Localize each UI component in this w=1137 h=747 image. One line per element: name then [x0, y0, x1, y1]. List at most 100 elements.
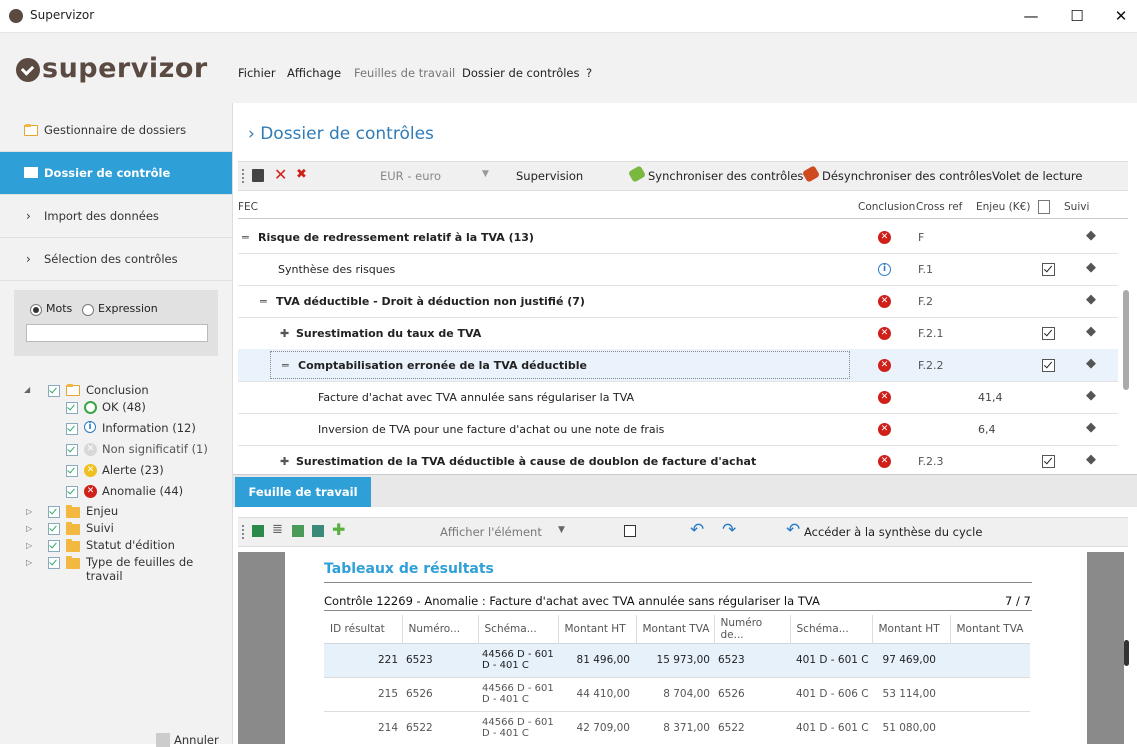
tree-enjeu[interactable]: Enjeu	[86, 504, 118, 518]
col-crossref[interactable]: Cross ref	[916, 201, 962, 213]
pin-icon[interactable]: ◆	[1086, 260, 1096, 275]
menu-dossier-de-controles[interactable]: Dossier de contrôles	[462, 66, 580, 80]
sheet-icon[interactable]	[292, 525, 304, 537]
go-back-icon[interactable]: ↶	[786, 520, 800, 540]
element-select[interactable]: Afficher l'élément	[440, 525, 542, 539]
close-button[interactable]: ✕	[1098, 0, 1137, 32]
menu-help[interactable]: ?	[586, 66, 592, 80]
checkbox[interactable]	[48, 506, 60, 518]
pin-icon[interactable]: ◆	[1086, 228, 1096, 243]
checkbox[interactable]	[66, 465, 78, 477]
table-row[interactable]: Facture d'achat avec TVA annulée sans ré…	[238, 381, 1118, 414]
th-schema-2[interactable]: Schéma...	[790, 615, 873, 643]
undo-icon[interactable]: ↶	[690, 520, 704, 540]
th-montant-ht[interactable]: Montant HT	[558, 615, 637, 643]
th-numero[interactable]: Numéro...	[402, 615, 479, 643]
search-input[interactable]	[26, 324, 208, 342]
table-row[interactable]: ═ TVA déductible - Droit à déduction non…	[238, 285, 1118, 318]
delete-multiple-icon[interactable]: ✖	[296, 167, 307, 182]
supervision-button[interactable]: Supervision	[516, 169, 583, 183]
checkbox[interactable]	[624, 525, 636, 537]
checkbox[interactable]	[48, 523, 60, 535]
radio-mots[interactable]	[30, 304, 42, 316]
list-icon[interactable]: ≣	[272, 522, 283, 537]
table-icon[interactable]	[312, 525, 324, 537]
maximize-button[interactable]: ☐	[1054, 0, 1100, 32]
redo-icon[interactable]: ↷	[722, 520, 736, 540]
expand-arrow-icon[interactable]: ▷	[26, 524, 32, 533]
th-id[interactable]: ID résultat	[324, 615, 403, 643]
expand-arrow-icon[interactable]: ▷	[26, 507, 32, 516]
excel-icon[interactable]	[252, 525, 264, 537]
checkbox[interactable]	[1042, 263, 1055, 276]
table-row[interactable]: 215 6526 44566 D - 601 D - 401 C 44 410,…	[324, 677, 1030, 711]
col-fec[interactable]: FEC	[238, 201, 258, 213]
table-row[interactable]: Inversion de TVA pour une facture d'acha…	[238, 413, 1118, 446]
menu-fichier[interactable]: Fichier	[238, 66, 276, 80]
expand-arrow-icon[interactable]: ◢	[24, 385, 30, 394]
col-conclusion[interactable]: Conclusion	[858, 201, 915, 213]
radio-expression[interactable]	[82, 304, 94, 316]
pin-icon[interactable]: ◆	[1086, 388, 1096, 403]
menu-affichage[interactable]: Affichage	[287, 66, 341, 80]
th-montant-tva[interactable]: Montant TVA	[636, 615, 715, 643]
col-suivi[interactable]: Suivi	[1064, 201, 1089, 213]
checkbox[interactable]	[1042, 327, 1055, 340]
cancel-button[interactable]: Annuler	[174, 733, 219, 747]
reading-pane-button[interactable]: Volet de lecture	[992, 169, 1082, 183]
tree-conclusion[interactable]: Conclusion	[86, 383, 149, 397]
checkbox[interactable]	[48, 540, 60, 552]
go-to-synthesis-button[interactable]: Accéder à la synthèse du cycle	[804, 525, 982, 539]
tree-type-feuilles[interactable]: Type de feuilles de travail	[86, 555, 232, 583]
dropdown-arrow-icon[interactable]: ▼	[482, 169, 489, 179]
scrollbar[interactable]	[1123, 290, 1129, 390]
sync-icon[interactable]	[627, 165, 647, 183]
tree-ok[interactable]: OK (48)	[102, 400, 146, 414]
sidebar-item-gestionnaire[interactable]: Gestionnaire de dossiers	[0, 109, 232, 152]
sidebar-item-import[interactable]: › Import des données	[0, 195, 232, 238]
minimize-button[interactable]: —	[1008, 0, 1054, 32]
tree-information[interactable]: Information (12)	[102, 421, 196, 435]
table-row-selected[interactable]: ═ Comptabilisation erronée de la TVA déd…	[238, 349, 1118, 382]
checkbox[interactable]	[66, 444, 78, 456]
expand-arrow-icon[interactable]: ▷	[26, 558, 32, 567]
tab-feuille-de-travail[interactable]: Feuille de travail	[235, 477, 371, 507]
table-row[interactable]: ═ Risque de redressement relatif à la TV…	[238, 221, 1118, 254]
pin-icon[interactable]: ◆	[1086, 356, 1096, 371]
checkbox[interactable]	[66, 423, 78, 435]
checkbox[interactable]	[48, 385, 60, 397]
menu-feuilles-de-travail[interactable]: Feuilles de travail	[354, 66, 455, 80]
tree-alerte[interactable]: Alerte (23)	[102, 463, 164, 477]
dropdown-arrow-icon[interactable]: ▼	[558, 525, 565, 535]
pin-icon[interactable]: ◆	[1086, 420, 1096, 435]
tree-non-significatif[interactable]: Non significatif (1)	[102, 442, 208, 456]
checkbox[interactable]	[66, 486, 78, 498]
checkbox[interactable]	[66, 402, 78, 414]
table-row[interactable]: 221 6523 44566 D - 601 D - 401 C 81 496,…	[324, 643, 1030, 677]
checkbox[interactable]	[48, 557, 60, 569]
sync-button[interactable]: Synchroniser des contrôles	[648, 169, 803, 183]
th-montant-ht-2[interactable]: Montant HT	[872, 615, 951, 643]
pin-icon[interactable]: ◆	[1086, 452, 1096, 467]
table-row[interactable]: Synthèse des risques i F.1 ◆	[238, 253, 1118, 286]
sidebar-item-selection[interactable]: › Sélection des contrôles	[0, 238, 232, 281]
desync-icon[interactable]	[801, 165, 821, 183]
th-numero-de[interactable]: Numéro de...	[714, 615, 791, 643]
tree-anomalie[interactable]: Anomalie (44)	[102, 484, 183, 498]
pin-icon[interactable]: ◆	[1086, 324, 1096, 339]
pin-icon[interactable]: ◆	[1086, 292, 1096, 307]
expand-arrow-icon[interactable]: ▷	[26, 541, 32, 550]
book-icon[interactable]	[252, 169, 264, 182]
add-icon[interactable]: ✚	[332, 520, 345, 539]
tree-statut-edition[interactable]: Statut d'édition	[86, 538, 175, 552]
scrollbar[interactable]	[1124, 640, 1129, 666]
table-row[interactable]: ✚ Surestimation du taux de TVA F.2.1 ◆	[238, 317, 1118, 350]
desync-button[interactable]: Désynchroniser des contrôles	[822, 169, 992, 183]
currency-select[interactable]: EUR - euro	[380, 169, 441, 183]
th-montant-tva-2[interactable]: Montant TVA	[950, 615, 1030, 643]
th-schema[interactable]: Schéma...	[478, 615, 559, 643]
checkbox[interactable]	[1042, 359, 1055, 372]
tree-suivi[interactable]: Suivi	[86, 521, 114, 535]
sidebar-item-dossier-de-controle[interactable]: Dossier de contrôle	[0, 152, 232, 195]
table-row[interactable]: 214 6522 44566 D - 601 D - 401 C 42 709,…	[324, 711, 1030, 745]
